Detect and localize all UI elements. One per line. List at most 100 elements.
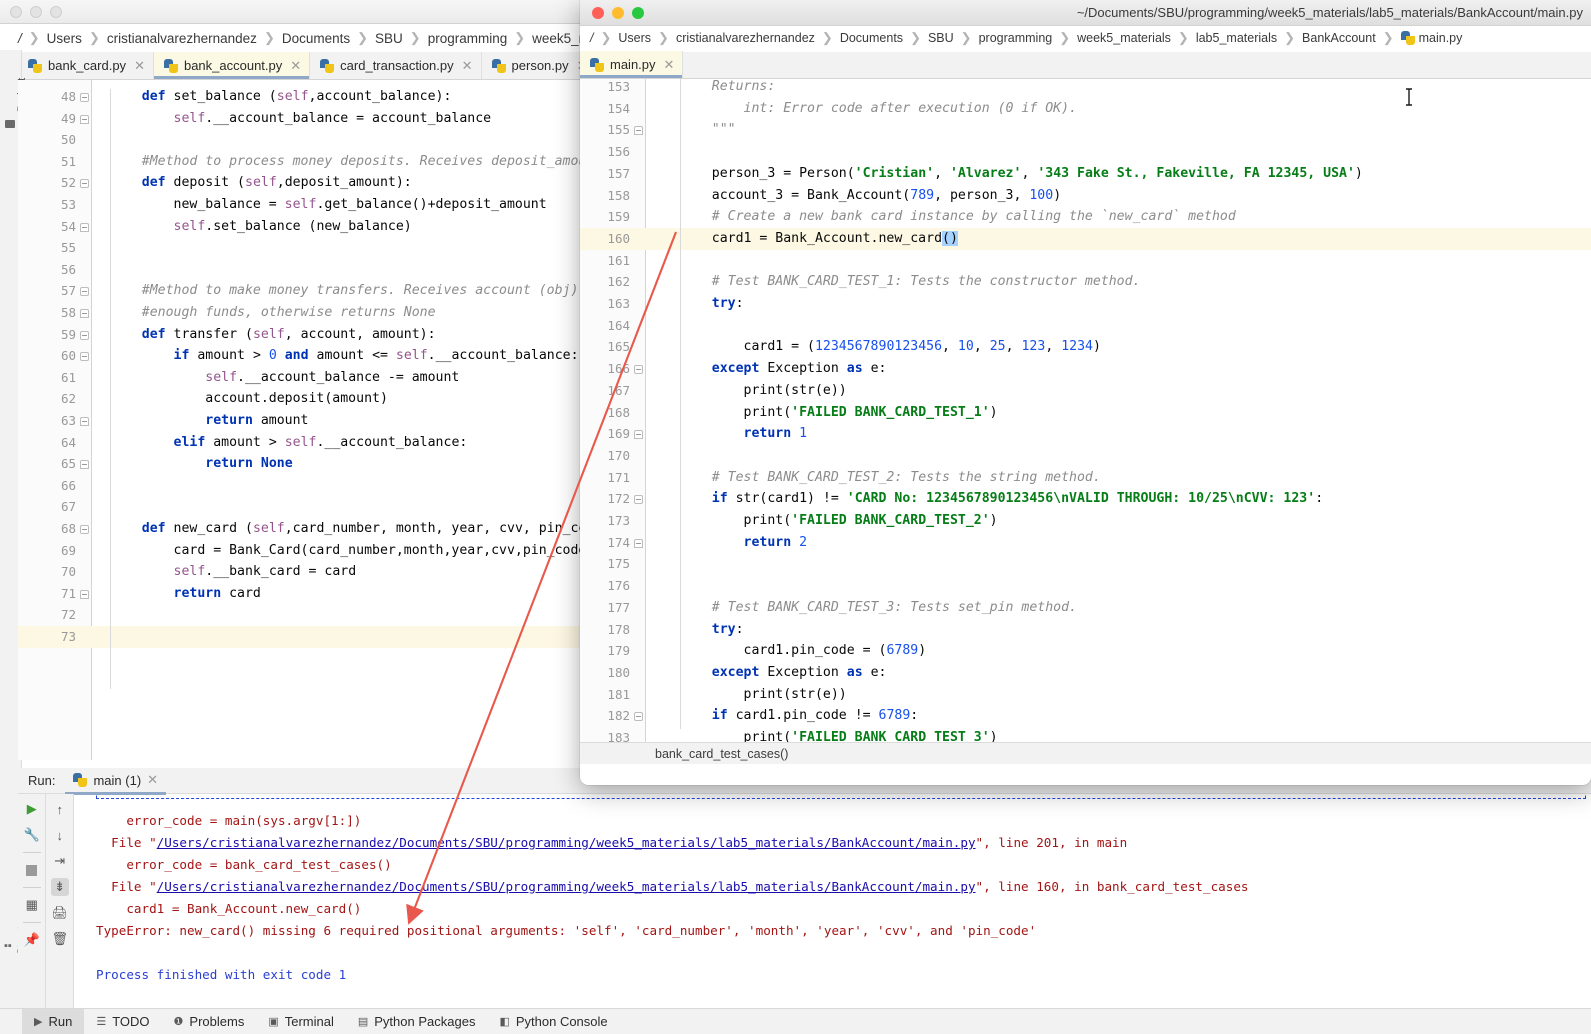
code-line[interactable]: person_3 = Person('Cristian', 'Alvarez',… <box>680 166 1363 181</box>
code-line[interactable]: account.deposit(amount) <box>110 391 388 406</box>
code-line[interactable]: return 2 <box>680 535 808 550</box>
console-line[interactable]: TypeError: new_card() missing 6 required… <box>96 923 1036 938</box>
code-line[interactable]: # Test BANK_CARD_TEST_3: Tests set_pin m… <box>680 600 1077 615</box>
bank-account-code-editor[interactable]: 48 def set_balance (self,account_balance… <box>18 80 580 760</box>
fold-end-marker[interactable] <box>80 309 89 318</box>
pin-icon[interactable]: 📌 <box>23 931 41 949</box>
back-breadcrumb-item-4[interactable]: SBU <box>375 31 403 46</box>
back-breadcrumb-item-1[interactable]: Users <box>47 31 82 46</box>
fold-end-marker[interactable] <box>80 222 89 232</box>
code-line[interactable]: print('FAILED BANK_CARD_TEST_3') <box>680 730 998 742</box>
front-breadcrumb-item-9[interactable]: main.py <box>1419 31 1463 45</box>
front-breadcrumb-item-1[interactable]: Users <box>618 31 651 45</box>
print-icon[interactable]: 🖨 <box>51 904 69 922</box>
scroll-to-end-icon[interactable]: ⇟ <box>50 878 69 896</box>
code-line[interactable]: try: <box>680 296 744 311</box>
front-breadcrumb-crumb[interactable]: SBU <box>928 31 954 45</box>
bottom-status-bar[interactable]: ▶ Run ☰ TODO ❶ Problems ▣ Terminal ▤ Python Packa… <box>0 1008 1591 1034</box>
front-breadcrumb-item-4[interactable]: SBU <box>928 31 954 45</box>
back-breadcrumb-crumb[interactable]: cristianalvarezhernandez <box>107 31 257 46</box>
front-breadcrumb-item-5[interactable]: programming <box>979 31 1053 45</box>
soft-wrap-icon[interactable]: ⇥ <box>51 852 69 870</box>
back-breadcrumb-item-5[interactable]: programming <box>428 31 508 46</box>
fold-toggle-icon[interactable] <box>634 365 643 375</box>
status-bar-item-terminal[interactable]: ▣ Terminal <box>256 1009 346 1034</box>
code-line[interactable]: def transfer (self, account, amount): <box>110 327 436 342</box>
code-line[interactable]: self.__bank_card = card <box>110 564 357 579</box>
code-line[interactable]: return 1 <box>680 426 808 441</box>
code-line[interactable]: try: <box>680 622 744 637</box>
front-breadcrumb-crumb[interactable]: programming <box>979 31 1053 45</box>
code-line[interactable]: Returns: <box>680 79 776 94</box>
code-line[interactable]: print('FAILED BANK_CARD_TEST_1') <box>680 405 998 420</box>
tab-main-py[interactable]: main.py ✕ <box>580 51 684 78</box>
console-file-link[interactable]: /Users/cristianalvarezhernandez/Document… <box>157 835 976 850</box>
code-line[interactable]: card1.pin_code = (6789) <box>680 643 927 658</box>
code-line[interactable]: new_balance = self.get_balance()+deposit… <box>110 197 547 212</box>
console-line[interactable]: card1 = Bank_Account.new_card() <box>96 901 361 916</box>
main-py-code-editor[interactable]: 153 Returns: 154 int: Error code after ex… <box>580 79 1591 742</box>
front-window-breadcrumb[interactable]: / ❯ Users ❯ cristianalvarezhernandez ❯ Documen… <box>590 26 1462 50</box>
fold-end-marker[interactable] <box>634 430 643 440</box>
fold-end-marker[interactable] <box>80 417 89 426</box>
layout-icon[interactable]: ▦ <box>23 896 41 914</box>
back-breadcrumb-crumb[interactable]: Documents <box>282 31 350 46</box>
close-icon[interactable]: ✕ <box>664 57 675 73</box>
console-line[interactable]: File "/Users/cristianalvarezhernandez/Do… <box>96 879 1248 894</box>
front-breadcrumb-crumb[interactable]: lab5_materials <box>1196 31 1277 45</box>
code-line[interactable]: def set_balance (self,account_balance): <box>110 89 452 104</box>
front-breadcrumb-item-3[interactable]: Documents <box>840 31 903 45</box>
code-line[interactable]: account_3 = Bank_Account(789, person_3, … <box>680 188 1061 203</box>
back-breadcrumb-crumb[interactable]: Users <box>47 31 82 46</box>
fold-end-marker[interactable] <box>80 589 89 599</box>
code-line[interactable]: #enough funds, otherwise returns None <box>110 305 436 320</box>
fold-end-marker[interactable] <box>80 114 89 124</box>
fold-end-marker[interactable] <box>634 538 643 548</box>
code-line[interactable]: def new_card (self,card_number, month, y… <box>110 521 580 536</box>
front-breadcrumb-crumb[interactable]: / <box>590 31 593 45</box>
code-line[interactable]: if amount > 0 and amount <= self.__accou… <box>110 348 579 363</box>
minimize-button-inactive[interactable] <box>30 6 42 18</box>
fold-toggle-icon[interactable] <box>80 93 89 102</box>
code-line[interactable]: print(str(e)) <box>680 687 847 702</box>
front-breadcrumb-crumb[interactable]: Documents <box>840 31 903 45</box>
code-line[interactable]: if card1.pin_code != 6789: <box>680 708 918 723</box>
tab-bank_card-py[interactable]: bank_card.py ✕ <box>18 52 154 79</box>
status-bar-item-problems[interactable]: ❶ Problems <box>162 1009 257 1034</box>
fold-toggle-icon[interactable] <box>80 330 89 340</box>
code-line[interactable]: print(str(e)) <box>680 383 847 398</box>
arrow-down-icon[interactable]: ↓ <box>51 826 69 844</box>
run-panel-toolbar[interactable]: ▶ 🔧 ▦ 📌 ↑ ↓ ⇥ ⇟ 🖨 🗑 <box>18 794 74 1008</box>
code-line[interactable]: # Test BANK_CARD_TEST_2: Tests the strin… <box>680 470 1101 485</box>
back-breadcrumb-item-3[interactable]: Documents <box>282 31 350 46</box>
run-tab-main[interactable]: main (1) ✕ <box>65 769 167 795</box>
back-breadcrumb-crumb[interactable]: SBU <box>375 31 403 46</box>
back-traffic-lights[interactable] <box>10 6 62 18</box>
front-breadcrumb-crumb[interactable]: week5_materials <box>1077 31 1171 45</box>
close-button-inactive[interactable] <box>10 6 22 18</box>
front-breadcrumb-item-8[interactable]: BankAccount <box>1302 31 1376 45</box>
code-line[interactable]: #Method to make money transfers. Receive… <box>110 283 580 298</box>
code-line[interactable]: # Test BANK_CARD_TEST_1: Tests the const… <box>680 274 1141 289</box>
code-line[interactable]: #Method to process money deposits. Recei… <box>110 154 580 169</box>
run-toolbar-column-secondary[interactable]: ↑ ↓ ⇥ ⇟ 🖨 🗑 <box>45 794 73 1008</box>
run-console-output[interactable]: error_code = main(sys.argv[1:]) File "/U… <box>74 795 1591 1008</box>
code-line[interactable]: # Create a new bank card instance by cal… <box>680 209 1236 224</box>
code-line[interactable]: self.set_balance (new_balance) <box>110 219 412 234</box>
fold-toggle-icon[interactable] <box>634 495 643 505</box>
code-line[interactable]: elif amount > self.__account_balance: <box>110 435 468 450</box>
front-breadcrumb-item-2[interactable]: cristianalvarezhernandez <box>676 31 815 45</box>
front-breadcrumb-crumb[interactable]: Users <box>618 31 651 45</box>
code-line[interactable]: card1 = (1234567890123456, 10, 25, 123, … <box>680 339 1101 354</box>
run-toolbar-column-primary[interactable]: ▶ 🔧 ▦ 📌 <box>18 794 45 1008</box>
stop-icon[interactable] <box>23 861 41 879</box>
code-line[interactable]: return None <box>110 456 292 471</box>
close-icon[interactable]: ✕ <box>462 58 473 74</box>
fold-end-marker[interactable] <box>80 460 89 470</box>
code-line[interactable]: self.__account_balance -= amount <box>110 370 459 385</box>
back-editor-tabstrip[interactable]: bank_card.py ✕ bank_account.py ✕ card_transa… <box>18 52 597 80</box>
fold-toggle-icon[interactable] <box>80 287 89 297</box>
code-line[interactable]: """ <box>680 122 736 137</box>
fold-toggle-icon[interactable] <box>634 712 643 722</box>
code-line[interactable]: except Exception as e: <box>680 361 887 376</box>
